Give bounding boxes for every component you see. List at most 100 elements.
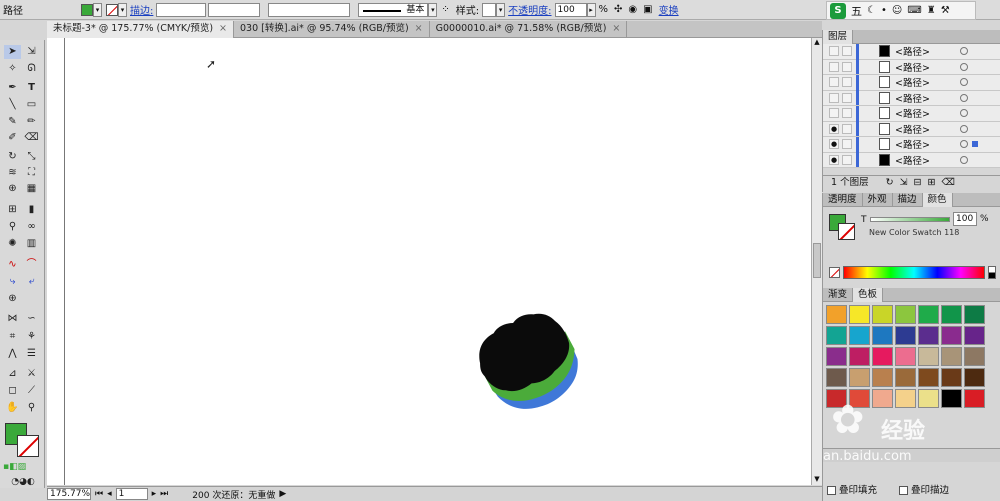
target-circle-icon[interactable] <box>960 93 968 102</box>
document-canvas[interactable]: ➚ <box>47 38 812 485</box>
first-page-icon[interactable]: ⏮ <box>95 489 103 499</box>
list-tool-icon[interactable]: ☰ <box>23 347 40 361</box>
color-swatch[interactable] <box>872 389 893 408</box>
transform-link[interactable]: 变换 <box>659 2 679 17</box>
pen-tool-icon[interactable]: ✒ <box>4 81 21 95</box>
globe-icon[interactable]: ◉ <box>628 4 637 15</box>
stroke-swatch[interactable] <box>106 3 118 16</box>
shirt-icon[interactable]: ♜ <box>927 5 936 16</box>
color-swatch[interactable] <box>895 326 916 345</box>
next-page-icon[interactable]: ▸ <box>152 489 157 499</box>
color-swatch[interactable] <box>918 389 939 408</box>
type-tool-icon[interactable]: T <box>23 81 40 95</box>
red-path-tool-icon[interactable]: ∿ <box>4 258 21 272</box>
tint-value-input[interactable]: 100 <box>953 212 977 226</box>
crosshair-tool-icon[interactable]: ⊕ <box>4 292 21 306</box>
align-icon[interactable]: ▣ <box>643 4 652 15</box>
overprint-fill-checkbox[interactable]: 叠印填充 <box>827 482 877 496</box>
layer-row[interactable]: ● <路径> <box>823 136 1000 153</box>
color-swatch[interactable] <box>964 368 985 387</box>
color-swatch[interactable] <box>964 326 985 345</box>
lock-toggle[interactable] <box>842 46 852 57</box>
layers-tab[interactable]: 图层 <box>823 29 854 44</box>
rectangle-tool-icon[interactable]: ▭ <box>23 98 40 112</box>
color-swatch[interactable] <box>826 368 847 387</box>
pencil-tool-icon[interactable]: ✏ <box>23 115 40 129</box>
color-swatch[interactable] <box>918 305 939 324</box>
ime-mode-label[interactable]: 五 <box>851 3 862 19</box>
color-swatch[interactable] <box>872 305 893 324</box>
measure-tool-icon[interactable]: ⊿ <box>4 367 21 381</box>
zoom-field[interactable]: 175.77% <box>47 488 91 500</box>
layer-row[interactable]: <路径> <box>823 44 1000 60</box>
color-stroke-swatch[interactable] <box>838 223 855 240</box>
target-circle-icon[interactable] <box>960 109 968 118</box>
layer-row[interactable]: ● <路径> <box>823 152 1000 168</box>
fill-dropdown[interactable]: ▾ <box>93 2 102 17</box>
variable-width-dropdown[interactable] <box>208 2 261 17</box>
direct-selection-tool-icon[interactable]: ⇲ <box>23 45 40 59</box>
blob-brush-tool-icon[interactable]: ✐ <box>4 131 21 145</box>
scroll-down-arrow[interactable]: ▼ <box>812 475 822 483</box>
close-tab-icon[interactable]: × <box>219 23 227 34</box>
color-swatch[interactable] <box>895 368 916 387</box>
close-tab-icon[interactable]: × <box>612 23 620 34</box>
free-transform-tool-icon[interactable]: ⛶ <box>23 166 40 180</box>
color-swatch[interactable] <box>941 347 962 366</box>
keyboard-icon[interactable]: ⌨ <box>907 5 921 16</box>
lock-toggle[interactable] <box>842 139 852 150</box>
target-circle-icon[interactable] <box>960 155 968 164</box>
zigzag-tool-icon[interactable]: ⋀ <box>4 347 21 361</box>
visibility-eye-icon[interactable]: ● <box>829 123 839 134</box>
symbol-sprayer-tool-icon[interactable]: ✺ <box>4 237 21 251</box>
lock-toggle[interactable] <box>842 92 852 103</box>
color-swatch[interactable] <box>872 368 893 387</box>
lock-toggle[interactable] <box>842 77 852 88</box>
shape-builder-tool-icon[interactable]: ⊕ <box>4 182 21 196</box>
document-tab[interactable]: G0000010.ai* @ 71.58% (RGB/预览) × <box>430 21 628 38</box>
close-tab-icon[interactable]: × <box>415 23 423 34</box>
ribbon-tool-icon[interactable]: ⚘ <box>23 330 40 344</box>
lock-toggle[interactable] <box>842 108 852 119</box>
none-color-box[interactable] <box>829 267 840 278</box>
color-swatch[interactable] <box>849 347 870 366</box>
lock-toggle[interactable] <box>842 61 852 72</box>
target-circle-icon[interactable] <box>960 78 968 87</box>
rotate-tool-icon[interactable]: ↻ <box>4 150 21 164</box>
width-tool-icon[interactable]: ≋ <box>4 166 21 180</box>
color-panel-tab[interactable]: 透明度 <box>823 192 863 207</box>
stroke-link[interactable]: 描边: <box>130 2 153 17</box>
vertical-scrollbar[interactable]: ▲ ▼ <box>811 38 822 485</box>
lock-toggle[interactable] <box>842 123 852 134</box>
stroke-dropdown[interactable]: ▾ <box>118 2 127 17</box>
fill-stroke-swatches[interactable] <box>829 214 855 240</box>
target-circle-icon[interactable] <box>960 140 968 149</box>
color-swatch[interactable] <box>849 389 870 408</box>
stroke-style-dropdown[interactable]: ▾ <box>428 2 438 17</box>
blue-curve-tool-icon[interactable]: ⤶ <box>23 275 40 289</box>
stroke-profile-dropdown[interactable]: 基本 <box>358 2 429 17</box>
color-swatch[interactable] <box>849 326 870 345</box>
layer-row[interactable]: <路径> <box>823 74 1000 91</box>
document-tab[interactable]: 未标题-3* @ 175.77% (CMYK/预览) × <box>47 21 234 38</box>
color-spectrum-bar[interactable] <box>843 266 985 279</box>
swatch-panel-tab[interactable]: 渐变 <box>823 287 854 302</box>
visibility-eye-icon[interactable] <box>829 46 839 57</box>
pattern-tool-icon[interactable]: ⌗ <box>4 330 21 344</box>
slice-tool-icon[interactable]: ⟋ <box>23 384 40 398</box>
scroll-thumb[interactable] <box>813 243 821 278</box>
visibility-eye-icon[interactable] <box>829 108 839 119</box>
paintbrush-tool-icon[interactable]: ✎ <box>4 115 21 129</box>
recolor-icon[interactable]: ✣ <box>614 4 622 15</box>
opacity-link[interactable]: 不透明度: <box>508 2 551 17</box>
color-swatch[interactable] <box>872 347 893 366</box>
stroke-color-box[interactable] <box>17 435 39 457</box>
selection-tool-icon[interactable]: ➤ <box>4 45 21 59</box>
color-swatch[interactable] <box>826 305 847 324</box>
mesh-tool-icon[interactable]: ⊞ <box>4 203 21 217</box>
visibility-eye-icon[interactable] <box>829 92 839 103</box>
blue-path-tool-icon[interactable]: ⤷ <box>4 275 21 289</box>
page-field[interactable]: 1 <box>115 488 148 500</box>
blend-tool-icon[interactable]: ∞ <box>23 220 40 234</box>
color-swatch[interactable] <box>941 305 962 324</box>
